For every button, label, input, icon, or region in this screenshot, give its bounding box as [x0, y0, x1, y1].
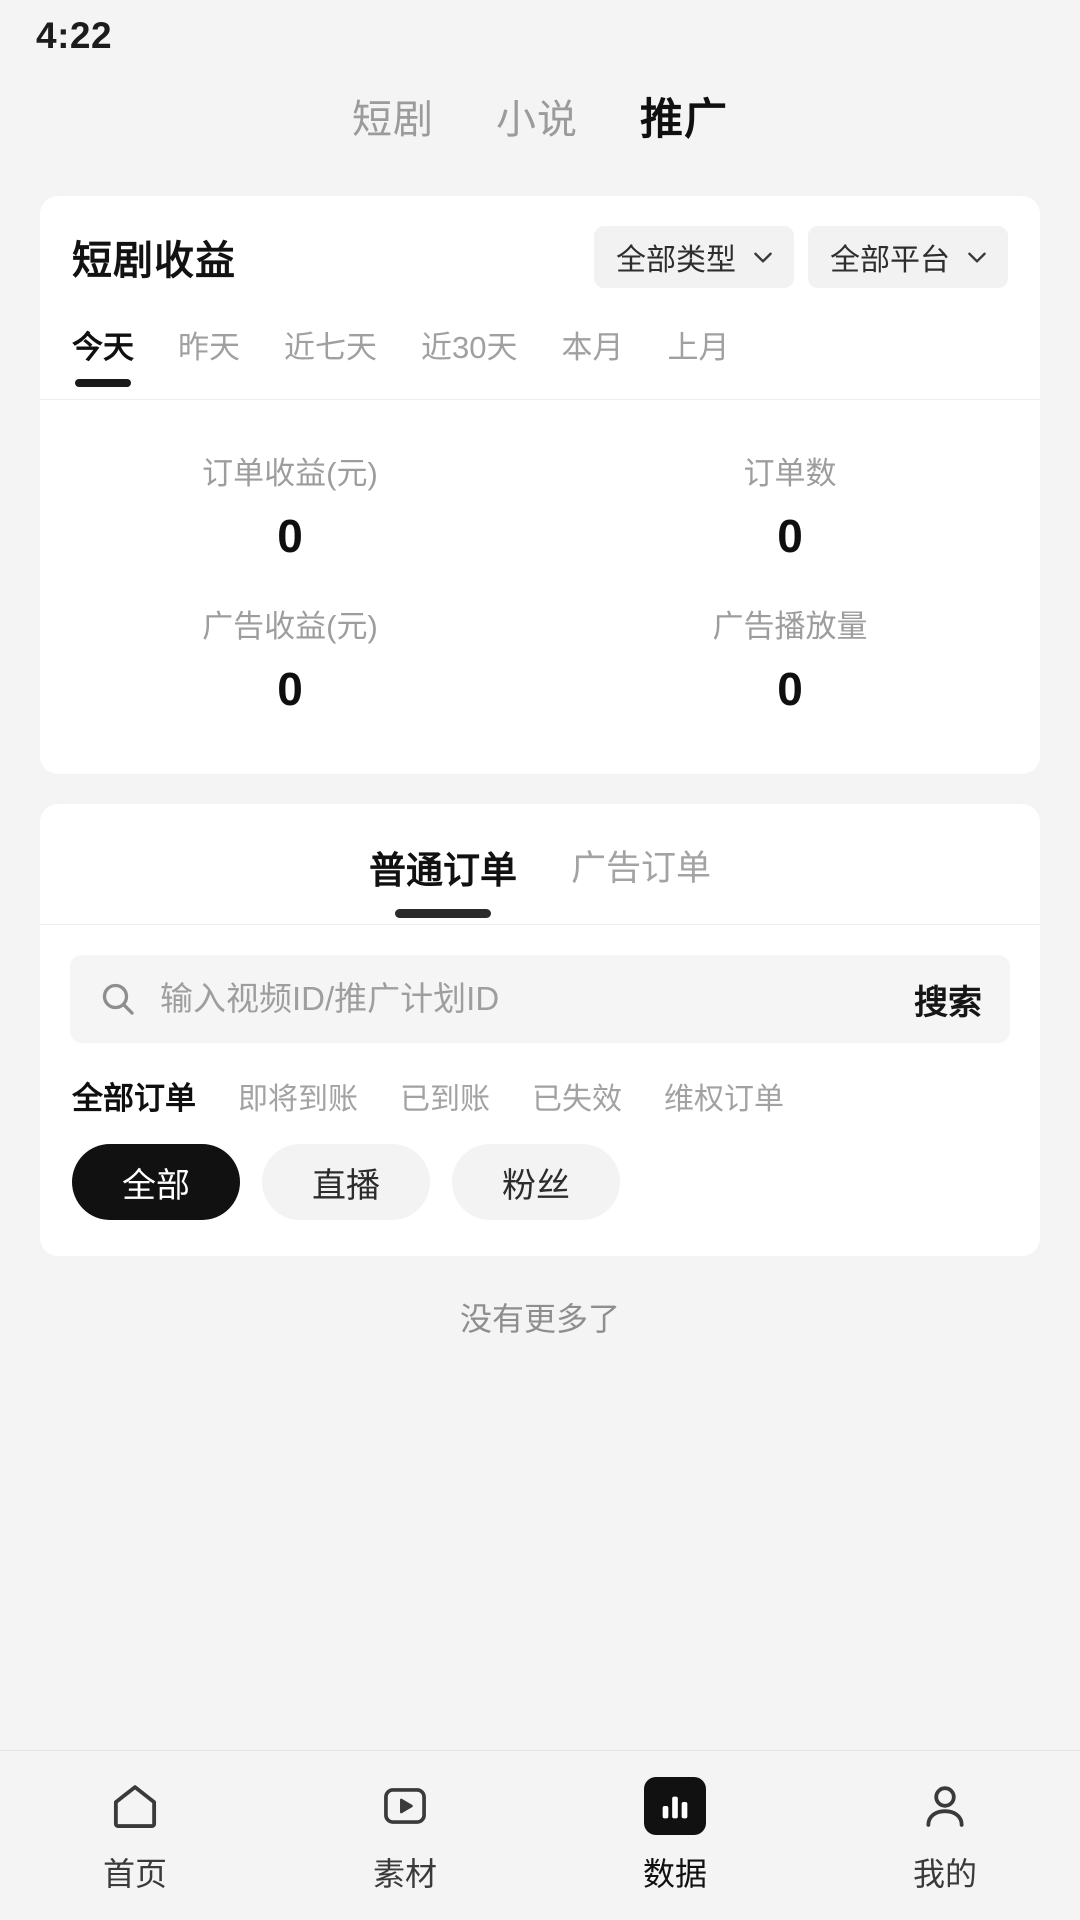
video-play-icon — [376, 1777, 434, 1835]
period-tab-last30days[interactable]: 近30天 — [421, 322, 517, 389]
order-type-tab-bar: 普通订单 广告订单 — [40, 804, 1040, 925]
period-tab-thismonth[interactable]: 本月 — [561, 322, 623, 389]
stat-order-count: 订单数 0 — [540, 434, 1040, 577]
home-icon — [106, 1777, 164, 1835]
status-tab-expired[interactable]: 已失效 — [532, 1074, 622, 1118]
status-tab-all-orders[interactable]: 全部订单 — [72, 1073, 196, 1118]
bar-chart-icon — [644, 1776, 706, 1835]
stat-value: 0 — [777, 663, 803, 715]
nav-label: 首页 — [102, 1855, 167, 1892]
earnings-filters: 全部类型 全部平台 — [594, 226, 1008, 288]
top-tab-bar: 短剧 小说 推广 — [0, 72, 1080, 168]
top-tab-duanju[interactable]: 短剧 — [344, 94, 442, 146]
period-tab-last7days[interactable]: 近七天 — [284, 322, 377, 389]
order-tab-ad[interactable]: 广告订单 — [571, 840, 711, 921]
status-tab-rights[interactable]: 维权订单 — [664, 1074, 784, 1118]
source-chip-group: 全部 直播 粉丝 — [40, 1118, 1040, 1256]
list-end-message: 没有更多了 — [459, 1301, 620, 1337]
orders-card: 普通订单 广告订单 搜索 全部订单 即将到账 已到账 已失效 维权订单 全部 直… — [40, 804, 1040, 1256]
earnings-card-title: 短剧收益 — [72, 239, 236, 283]
filter-platform-label: 全部平台 — [830, 244, 950, 277]
filter-platform-dropdown[interactable]: 全部平台 — [808, 226, 1008, 288]
top-tab-tuiguang[interactable]: 推广 — [632, 93, 736, 148]
filter-type-label: 全部类型 — [616, 244, 736, 277]
person-icon — [916, 1777, 974, 1835]
search-input[interactable] — [160, 980, 890, 1018]
status-tab-received[interactable]: 已到账 — [400, 1074, 490, 1118]
chevron-down-icon — [750, 244, 776, 270]
filter-type-dropdown[interactable]: 全部类型 — [594, 226, 794, 288]
nav-item-home[interactable]: 首页 — [0, 1777, 270, 1895]
chip-fans[interactable]: 粉丝 — [452, 1144, 620, 1220]
nav-item-profile[interactable]: 我的 — [810, 1777, 1080, 1895]
bottom-navigation-bar: 首页 素材 数据 我的 — [0, 1750, 1080, 1920]
search-icon — [98, 979, 138, 1019]
order-status-tab-bar: 全部订单 即将到账 已到账 已失效 维权订单 — [40, 1043, 1040, 1118]
period-tab-bar: 今天 昨天 近七天 近30天 本月 上月 — [40, 306, 1040, 400]
order-tab-normal[interactable]: 普通订单 — [369, 840, 517, 924]
period-tab-today[interactable]: 今天 — [72, 322, 134, 389]
status-bar: 4:22 — [0, 0, 1080, 72]
earnings-card: 短剧收益 全部类型 全部平台 今天 昨天 近七天 近30天 本月 上月 订单收益… — [40, 196, 1040, 774]
period-tab-lastmonth[interactable]: 上月 — [667, 322, 729, 389]
nav-label: 我的 — [912, 1855, 977, 1892]
chip-live[interactable]: 直播 — [262, 1144, 430, 1220]
chevron-down-icon — [964, 244, 990, 270]
top-tab-xiaoshuo[interactable]: 小说 — [488, 94, 586, 146]
stat-ad-plays: 广告播放量 0 — [540, 587, 1040, 730]
status-tab-pending[interactable]: 即将到账 — [238, 1074, 358, 1118]
stat-value: 0 — [277, 663, 303, 715]
stat-label: 广告播放量 — [712, 609, 868, 644]
search-section: 搜索 — [40, 925, 1040, 1043]
stat-value: 0 — [777, 510, 803, 562]
stat-ad-revenue: 广告收益(元) 0 — [40, 587, 540, 730]
stat-label: 订单数 — [743, 456, 837, 491]
search-button[interactable]: 搜索 — [912, 975, 984, 1024]
earnings-card-header: 短剧收益 全部类型 全部平台 — [40, 196, 1040, 306]
nav-label: 素材 — [372, 1855, 437, 1892]
nav-item-data[interactable]: 数据 — [540, 1776, 810, 1895]
app-screen: 4:22 短剧 小说 推广 短剧收益 全部类型 全部平台 今天 昨天 近七天 近… — [0, 0, 1080, 1920]
stat-order-revenue: 订单收益(元) 0 — [40, 434, 540, 577]
search-bar[interactable]: 搜索 — [70, 955, 1010, 1043]
chip-all[interactable]: 全部 — [72, 1144, 240, 1220]
nav-item-material[interactable]: 素材 — [270, 1777, 540, 1895]
stat-label: 订单收益(元) — [202, 456, 378, 491]
nav-label: 数据 — [642, 1855, 707, 1892]
period-tab-yesterday[interactable]: 昨天 — [178, 322, 240, 389]
stat-value: 0 — [277, 510, 303, 562]
status-time: 4:22 — [36, 15, 113, 56]
stat-label: 广告收益(元) — [202, 609, 378, 644]
earnings-stats-grid: 订单收益(元) 0 订单数 0 广告收益(元) 0 广告播放量 0 — [40, 400, 1040, 774]
